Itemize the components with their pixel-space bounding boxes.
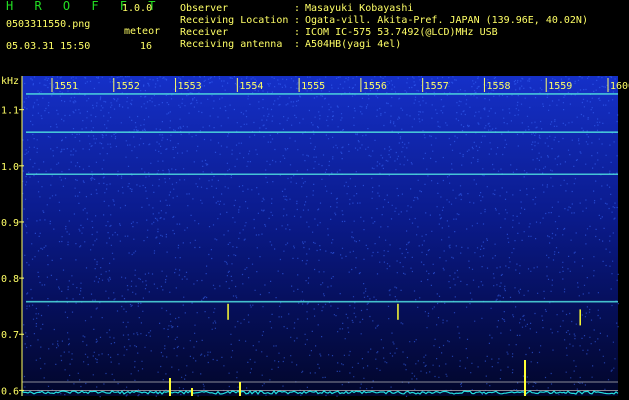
info-label-receiver: Receiver — [180, 27, 229, 38]
app-version: 1.0.0 — [122, 3, 153, 14]
info-sep: : — [294, 39, 301, 50]
info-label-observer: Observer — [180, 3, 229, 14]
x-tick-label: 1559 — [548, 81, 572, 92]
info-sep: : — [294, 15, 301, 26]
detect-label: meteor — [124, 26, 161, 37]
y-tick-label: 0.9 — [1, 218, 19, 229]
detect-count: 16 — [140, 41, 153, 52]
info-label-antenna: Receiving antenna — [180, 39, 283, 50]
x-tick-label: 1552 — [116, 81, 140, 92]
info-value-observer: Masayuki Kobayashi — [305, 3, 414, 14]
spectrogram-chart: kHz 1.1 1.0 0.9 0.8 0.7 0.6 1551 1552 1553 1554 155… — [1, 76, 629, 397]
date-time: 05.03.31 15:50 — [6, 41, 91, 52]
y-tick-label: 0.6 — [1, 386, 19, 397]
x-tick-label: 1558 — [486, 81, 510, 92]
info-value-antenna: A504HB(yagi 4el) — [305, 39, 402, 50]
file-name: 0503311550.png — [6, 19, 91, 30]
info-label-location: Receiving Location — [180, 15, 289, 26]
info-value-receiver: ICOM IC-575 53.7492(@LCD)MHz USB — [305, 27, 498, 38]
y-tick-label: 0.7 — [1, 330, 19, 341]
x-tick-label: 1554 — [239, 81, 263, 92]
x-tick-label: 1557 — [425, 81, 449, 92]
y-axis-label: kHz — [1, 76, 19, 87]
x-tick-label: 1600 — [610, 81, 629, 92]
y-tick-label: 1.1 — [1, 106, 19, 117]
info-sep: : — [294, 27, 301, 38]
y-tick-label: 1.0 — [1, 162, 19, 173]
info-value-location: Ogata-vill. Akita-Pref. JAPAN (139.96E, … — [305, 15, 588, 26]
y-tick-label: 0.8 — [1, 274, 19, 285]
x-tick-label: 1555 — [301, 81, 325, 92]
info-sep: : — [294, 3, 301, 14]
x-tick-label: 1551 — [54, 81, 78, 92]
x-tick-label: 1556 — [363, 81, 387, 92]
x-tick-label: 1553 — [178, 81, 202, 92]
